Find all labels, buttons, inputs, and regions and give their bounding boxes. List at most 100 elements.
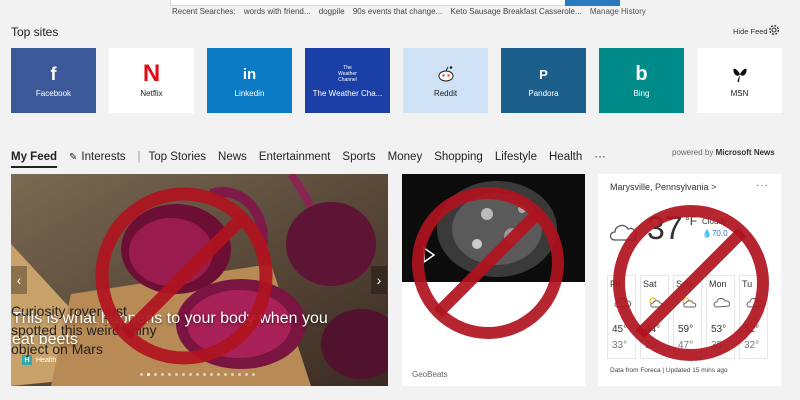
recent-searches: Recent Searches: words with friend... do… [172,7,652,16]
tile-label: MSN [730,89,749,98]
tile-reddit[interactable]: Reddit [403,48,488,113]
weather-footer: Data from Foreca | Updated 15 mins ago [610,367,728,374]
recent-label: Recent Searches: [172,7,236,16]
search-button[interactable] [565,0,620,6]
tile-label: The Weather Cha... [312,89,383,98]
forecast-day-name: Tu [742,279,753,289]
cloud-icon [746,298,764,308]
previous-arrow[interactable]: ‹ [11,266,27,294]
tile-label: Reddit [433,89,458,98]
powered-by: powered by Microsoft News [672,148,775,157]
tab-entertainment[interactable]: Entertainment [259,151,331,163]
tile-bing[interactable]: b Bing [599,48,684,113]
top-sites-grid: f Facebook N Netflix in Linkedin The Wea… [11,48,782,113]
carousel-dot[interactable] [217,373,220,376]
tab-my-feed[interactable]: My Feed [11,151,58,168]
powered-prefix: powered by [672,148,714,157]
tab-news[interactable]: News [218,151,247,163]
carousel-dot[interactable] [224,373,227,376]
linkedin-icon: in [242,65,257,83]
tab-top-stories[interactable]: Top Stories [149,151,207,163]
next-arrow[interactable]: › [371,266,387,294]
forecast-day[interactable]: Fri 45° 33° [607,275,636,359]
tile-label: Bing [633,89,650,98]
carousel-dot[interactable] [140,373,143,376]
forecast-high: 44° [645,324,661,335]
pencil-icon: ✎ [69,152,78,163]
top-sites-title: Top sites [11,25,59,39]
carousel-dot[interactable] [175,373,178,376]
tab-shopping[interactable]: Shopping [434,151,483,163]
carousel-dot[interactable] [189,373,192,376]
more-tabs-button[interactable]: ··· [594,151,606,163]
forecast-day-name: Sun [676,279,693,289]
droplet-icon: 💧 [702,229,712,238]
news-card[interactable] [402,174,585,386]
tile-weather-channel[interactable]: The Weather Channel The Weather Cha... [305,48,390,113]
tile-label: Facebook [35,89,72,98]
forecast-low: 33° [612,340,628,351]
tile-facebook[interactable]: f Facebook [11,48,96,113]
carousel-dot[interactable] [154,373,157,376]
forecast-high: 45° [612,324,628,335]
forecast-day[interactable]: Tu 52° 32° [739,275,768,359]
carousel-dot[interactable] [196,373,199,376]
forecast-day[interactable]: Sat 44° 29° [640,275,669,359]
tab-sports[interactable]: Sports [342,151,375,163]
nav-divider: | [137,151,141,163]
tile-label: Netflix [140,89,163,98]
gear-icon[interactable] [767,23,781,37]
partly-sunny-icon [682,297,697,308]
carousel-dot[interactable] [161,373,164,376]
tile-msn[interactable]: MSN [697,48,782,113]
carousel-dots [140,373,255,376]
tile-label: Pandora [528,89,559,98]
forecast-high: 52° [744,324,760,335]
carousel-dot[interactable] [252,373,255,376]
current-temperature: 37 [647,210,683,246]
news-source: GeoBeats [412,370,448,379]
forecast-day-name: Fri [610,279,621,289]
temperature-unit: °F [685,214,698,228]
tab-money[interactable]: Money [388,151,423,163]
recent-search-item[interactable]: dogpile [319,7,345,16]
news-headline[interactable]: Curiosity rover just spotted this weird … [11,302,176,359]
carousel-dot[interactable] [238,373,241,376]
search-box[interactable] [170,0,620,6]
forecast-row: Fri 45° 33° Sat 44° 29° Sun 59° 47° Mon … [607,275,768,359]
forecast-day[interactable]: Sun 59° 47° [673,275,702,359]
carousel-dot[interactable] [245,373,248,376]
powered-brand: Microsoft News [715,148,775,157]
news-image [402,174,585,282]
tab-lifestyle[interactable]: Lifestyle [495,151,537,163]
tile-netflix[interactable]: N Netflix [109,48,194,113]
carousel-dot[interactable] [203,373,206,376]
location-text: Marysville, Pennsylvania [610,182,709,192]
recent-search-item[interactable]: words with friend... [244,7,311,16]
carousel-dot[interactable] [147,373,150,376]
tile-linkedin[interactable]: in Linkedin [207,48,292,113]
weather-condition: Cloudy [702,217,727,226]
carousel-dot[interactable] [168,373,171,376]
tile-label: Linkedin [234,89,265,98]
manage-history-link[interactable]: Manage History [590,7,646,16]
precipitation: 💧70.0 [702,229,728,238]
tab-health[interactable]: Health [549,151,582,163]
partly-sunny-icon [649,297,664,308]
recent-search-item[interactable]: 90s events that change... [353,7,442,16]
tile-pandora[interactable]: P Pandora [501,48,586,113]
netflix-icon: N [142,60,161,87]
carousel-dot[interactable] [182,373,185,376]
hide-feed-link[interactable]: Hide Feed [733,27,768,36]
tab-interests[interactable]: ✎ Interests [69,151,126,163]
forecast-day[interactable]: Mon 53° 35° [706,275,735,359]
weather-more-button[interactable]: ··· [756,180,769,191]
cloud-icon [609,224,637,242]
carousel-dot[interactable] [210,373,213,376]
recent-search-item[interactable]: Keto Sausage Breakfast Casserole... [450,7,581,16]
cloud-icon [713,298,731,308]
weather-location[interactable]: Marysville, Pennsylvania > [610,182,716,192]
forecast-low: 29° [645,340,661,351]
bing-icon: b [635,62,648,85]
carousel-dot[interactable] [231,373,234,376]
